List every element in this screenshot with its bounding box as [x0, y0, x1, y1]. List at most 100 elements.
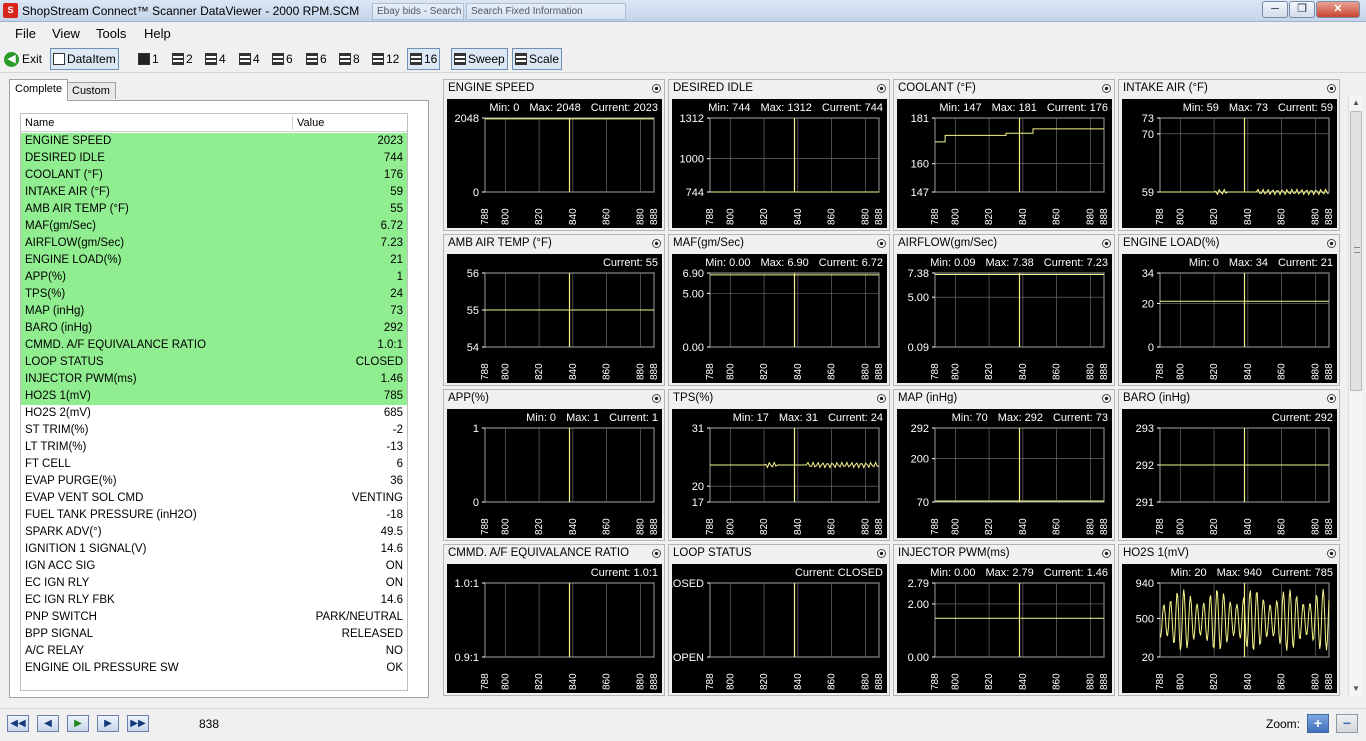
- menu-help[interactable]: Help: [144, 26, 171, 41]
- list-item[interactable]: EC IGN RLY ON: [21, 575, 407, 592]
- maximize-button[interactable]: ❐: [1289, 1, 1315, 18]
- graph-plot-area[interactable]: 788 800 820 840 860 880 888 6.90 5.00 0.00 Min: 0.…: [672, 254, 887, 383]
- layout-1-button[interactable]: 1: [136, 48, 161, 70]
- list-item[interactable]: EC IGN RLY FBK 14.6: [21, 592, 407, 609]
- close-button[interactable]: ✕: [1316, 1, 1360, 18]
- list-item[interactable]: LOOP STATUS CLOSED: [21, 354, 407, 371]
- list-item[interactable]: ENGINE OIL PRESSURE SW OK: [21, 660, 407, 677]
- graph-panel[interactable]: DESIRED IDLE 788 800 820 840 860 880 888 1312 100…: [668, 79, 890, 231]
- list-item[interactable]: HO2S 1(mV) 785: [21, 388, 407, 405]
- list-item[interactable]: ST TRIM(%) -2: [21, 422, 407, 439]
- play-icon[interactable]: ▶: [67, 715, 89, 732]
- list-item[interactable]: ENGINE LOAD(%) 21: [21, 252, 407, 269]
- minimize-button[interactable]: ─: [1262, 1, 1288, 18]
- list-item[interactable]: EVAP VENT SOL CMD VENTING: [21, 490, 407, 507]
- graph-panel[interactable]: TPS(%) 788 800 820 840 860 880 888 31 20 17 Min: 17…: [668, 389, 890, 541]
- graph-select-radio-icon[interactable]: [1102, 549, 1111, 558]
- graph-panel[interactable]: INJECTOR PWM(ms) 788 800 820 840 860 880 888 2.7…: [893, 544, 1115, 696]
- next-frame-icon[interactable]: ▶: [97, 715, 119, 732]
- list-item[interactable]: SPARK ADV(°) 49.5: [21, 524, 407, 541]
- graph-select-radio-icon[interactable]: [877, 394, 886, 403]
- graph-plot-area[interactable]: 788 800 820 840 860 880 888 292 200 70 Min: 70 Max:…: [897, 409, 1112, 538]
- graph-select-radio-icon[interactable]: [1327, 84, 1336, 93]
- layout-16-button[interactable]: 16: [407, 48, 441, 70]
- layout-6-rows-button[interactable]: 6: [270, 48, 295, 70]
- menu-view[interactable]: View: [52, 26, 80, 41]
- menu-file[interactable]: File: [15, 26, 36, 41]
- background-window-tab[interactable]: Ebay bids - Search: [372, 3, 464, 20]
- scroll-thumb[interactable]: [1350, 111, 1362, 391]
- list-item[interactable]: PNP SWITCH PARK/NEUTRAL: [21, 609, 407, 626]
- graph-select-radio-icon[interactable]: [1327, 549, 1336, 558]
- graph-plot-area[interactable]: 788 800 820 840 860 880 888 34 20 0 Min: 0 Max: 34 C…: [1122, 254, 1337, 383]
- list-item[interactable]: FT CELL 6: [21, 456, 407, 473]
- graph-panel[interactable]: COOLANT (°F) 788 800 820 840 860 880 888 181 160 1…: [893, 79, 1115, 231]
- list-item[interactable]: AIRFLOW(gm/Sec) 7.23: [21, 235, 407, 252]
- list-item[interactable]: BARO (inHg) 292: [21, 320, 407, 337]
- list-item[interactable]: LT TRIM(%) -13: [21, 439, 407, 456]
- graph-panel[interactable]: ENGINE SPEED 788 800 820 840 860 880 888 2048 0 Mi…: [443, 79, 665, 231]
- list-item[interactable]: COOLANT (°F) 176: [21, 167, 407, 184]
- layout-6-grid-button[interactable]: 6: [304, 48, 329, 70]
- graph-select-radio-icon[interactable]: [1327, 394, 1336, 403]
- graph-panel[interactable]: AIRFLOW(gm/Sec) 788 800 820 840 860 880 888 7.38…: [893, 234, 1115, 386]
- sweep-button[interactable]: Sweep: [451, 48, 508, 70]
- last-frame-icon[interactable]: ▶▶: [127, 715, 149, 732]
- list-item[interactable]: APP(%) 1: [21, 269, 407, 286]
- menu-tools[interactable]: Tools: [96, 26, 126, 41]
- list-item[interactable]: INJECTOR PWM(ms) 1.46: [21, 371, 407, 388]
- graph-plot-area[interactable]: 788 800 820 840 860 880 888 7.38 5.00 0.09 Min: 0.…: [897, 254, 1112, 383]
- graph-select-radio-icon[interactable]: [1102, 84, 1111, 93]
- list-item[interactable]: CMMD. A/F EQUIVALANCE RATIO 1.0:1: [21, 337, 407, 354]
- list-item[interactable]: AMB AIR TEMP (°F) 55: [21, 201, 407, 218]
- graph-plot-area[interactable]: 788 800 820 840 860 880 888 293 292 291 Current: 2…: [1122, 409, 1337, 538]
- layout-4-rows-button[interactable]: 4: [203, 48, 228, 70]
- graph-panel[interactable]: INTAKE AIR (°F) 788 800 820 840 860 880 888 73 70…: [1118, 79, 1340, 231]
- graph-panel[interactable]: ENGINE LOAD(%) 788 800 820 840 860 880 888 34 20 0…: [1118, 234, 1340, 386]
- graph-scrollbar[interactable]: ▲ ▼: [1348, 96, 1362, 696]
- graph-panel[interactable]: LOOP STATUS 788 800 820 840 860 880888 CLOSED OP…: [668, 544, 890, 696]
- graph-select-radio-icon[interactable]: [877, 549, 886, 558]
- list-item[interactable]: IGN ACC SIG ON: [21, 558, 407, 575]
- list-item[interactable]: FUEL TANK PRESSURE (inH2O) -18: [21, 507, 407, 524]
- column-header-name[interactable]: Name: [25, 117, 54, 129]
- graph-plot-area[interactable]: 788 800 820 840 860 880 888 940 500 20 Min: 20 Max:…: [1122, 564, 1337, 693]
- list-item[interactable]: IGNITION 1 SIGNAL(V) 14.6: [21, 541, 407, 558]
- background-window-tab[interactable]: Search Fixed Information: [466, 3, 626, 20]
- list-item[interactable]: A/C RELAY NO: [21, 643, 407, 660]
- graph-plot-area[interactable]: 788 800 820 840 860 880 888 56 55 54 Current: 55: [447, 254, 662, 383]
- graph-panel[interactable]: BARO (inHg) 788 800 820 840 860 880 888 293 292 29…: [1118, 389, 1340, 541]
- layout-8-button[interactable]: 8: [337, 48, 362, 70]
- dataitem-button[interactable]: DataItem: [50, 48, 119, 70]
- graph-panel[interactable]: APP(%) 788 800 820 840 860 880 888 1 0 Min: 0 Max: …: [443, 389, 665, 541]
- layout-12-button[interactable]: 12: [370, 48, 401, 70]
- graph-plot-area[interactable]: 788 800 820 840 860 880 888 2048 0 Min: 0 Max: 204…: [447, 99, 662, 228]
- graph-plot-area[interactable]: 788 800 820 840 860 880 888 1 0 Min: 0 Max: 1 Curre…: [447, 409, 662, 538]
- tab-custom[interactable]: Custom: [66, 82, 116, 99]
- parameter-list[interactable]: Name Value ENGINE SPEED 2023 DESIRED IDLE 7…: [20, 113, 408, 691]
- list-item[interactable]: MAF(gm/Sec) 6.72: [21, 218, 407, 235]
- first-frame-icon[interactable]: ◀◀: [7, 715, 29, 732]
- graph-select-radio-icon[interactable]: [1327, 239, 1336, 248]
- graph-plot-area[interactable]: 788 800 820 840 860 880888 CLOSED OPEN Current: …: [672, 564, 887, 693]
- graph-plot-area[interactable]: 788 800 820 840 860 880 888 181 160 147 Min: 147 Ma…: [897, 99, 1112, 228]
- zoom-in-plus-icon[interactable]: +: [1307, 714, 1329, 733]
- graph-panel[interactable]: HO2S 1(mV) 788 800 820 840 860 880 888 940 500 20 M…: [1118, 544, 1340, 696]
- list-item[interactable]: DESIRED IDLE 744: [21, 150, 407, 167]
- graph-select-radio-icon[interactable]: [877, 84, 886, 93]
- graph-panel[interactable]: MAP (inHg) 788 800 820 840 860 880 888 292 200 70 M…: [893, 389, 1115, 541]
- tab-complete[interactable]: Complete: [9, 79, 69, 101]
- column-separator[interactable]: [292, 116, 293, 130]
- list-item[interactable]: HO2S 2(mV) 685: [21, 405, 407, 422]
- graph-select-radio-icon[interactable]: [1102, 239, 1111, 248]
- list-item[interactable]: INTAKE AIR (°F) 59: [21, 184, 407, 201]
- list-item[interactable]: MAP (inHg) 73: [21, 303, 407, 320]
- graph-select-radio-icon[interactable]: [652, 394, 661, 403]
- graph-plot-area[interactable]: 788 800 820 840 860 880 888 1312 1000 744 Min: 744…: [672, 99, 887, 228]
- list-item[interactable]: BPP SIGNAL RELEASED: [21, 626, 407, 643]
- scale-button[interactable]: Scale: [512, 48, 563, 70]
- column-header-value[interactable]: Value: [297, 117, 324, 129]
- graph-plot-area[interactable]: 788 800 820 840 860 880 888 73 70 59 Min: 59 Max: 7…: [1122, 99, 1337, 228]
- graph-select-radio-icon[interactable]: [877, 239, 886, 248]
- graph-panel[interactable]: MAF(gm/Sec) 788 800 820 840 860 880 888 6.90 5.00…: [668, 234, 890, 386]
